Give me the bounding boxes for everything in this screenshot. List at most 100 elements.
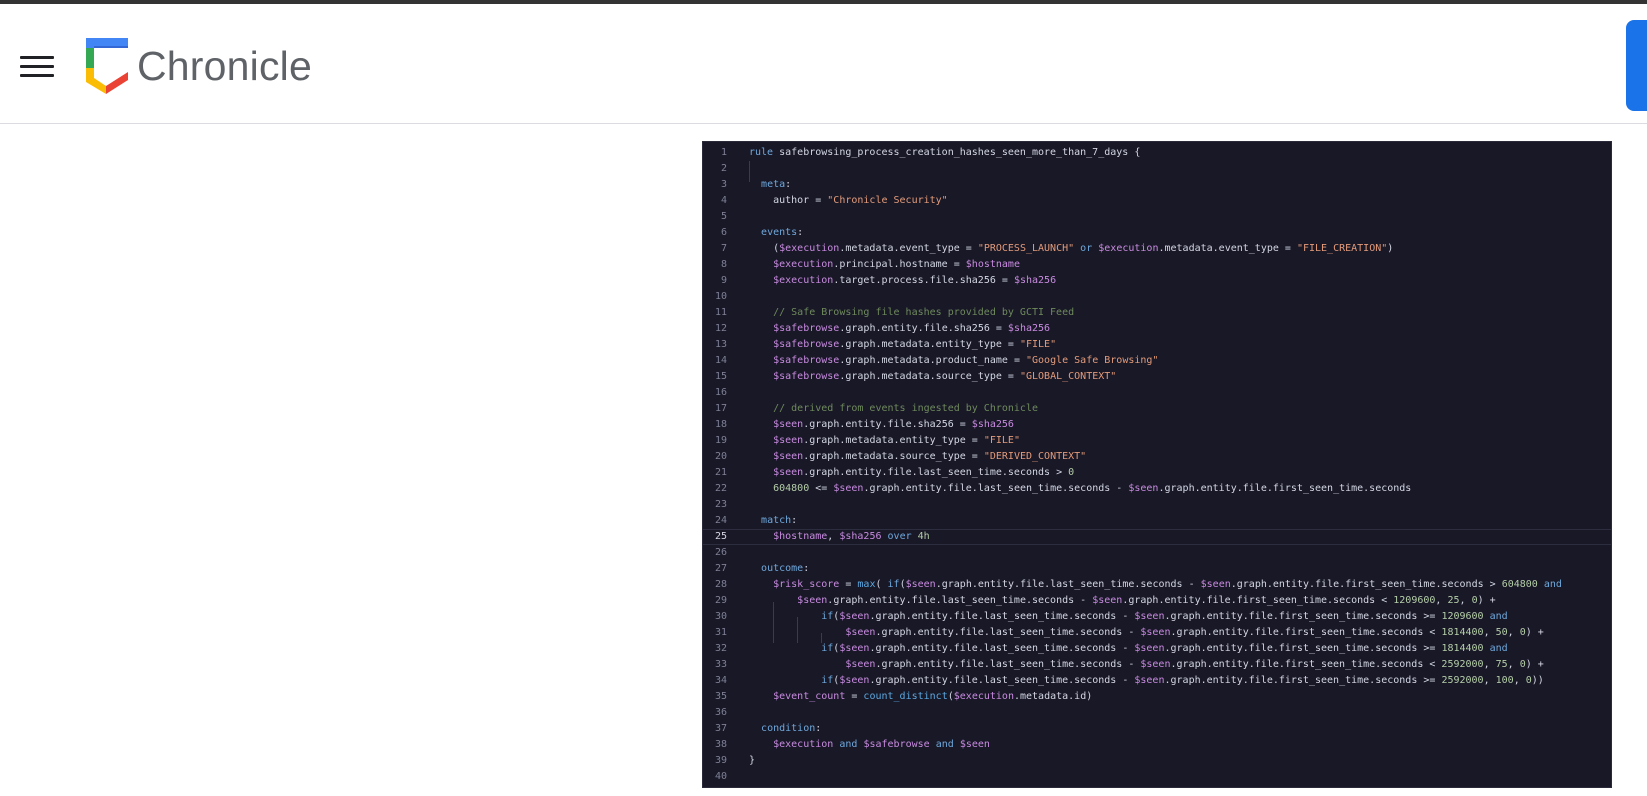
app-header: Chronicle — [0, 4, 1647, 124]
line-number: 18 — [714, 419, 727, 430]
line-code: $execution.principal.hostname = $hostnam… — [773, 259, 1020, 270]
code-line[interactable]: 37 condition: — [703, 721, 1611, 737]
code-line[interactable]: 14 $safebrowse.graph.metadata.product_na… — [703, 353, 1611, 369]
line-number: 39 — [714, 755, 727, 766]
line-number: 6 — [720, 227, 727, 238]
chronicle-logo-icon — [86, 38, 128, 94]
line-code: $seen.graph.entity.file.sha256 = $sha256 — [773, 419, 1014, 430]
code-line[interactable]: 16 — [703, 385, 1611, 401]
line-number: 3 — [720, 179, 727, 190]
code-line[interactable]: 19 $seen.graph.metadata.entity_type = "F… — [703, 433, 1611, 449]
line-code: 604800 <= $seen.graph.entity.file.last_s… — [773, 483, 1412, 494]
line-code: events: — [761, 227, 804, 238]
line-number: 1 — [720, 147, 727, 158]
code-line[interactable]: 33 $seen.graph.entity.file.last_seen_tim… — [703, 657, 1611, 673]
code-line[interactable]: 26 — [703, 545, 1611, 561]
line-code: outcome: — [761, 563, 810, 574]
line-code: if($seen.graph.entity.file.last_seen_tim… — [821, 611, 1508, 622]
code-line[interactable]: 7 ($execution.metadata.event_type = "PRO… — [703, 241, 1611, 257]
code-line[interactable]: 11 // Safe Browsing file hashes provided… — [703, 305, 1611, 321]
code-line[interactable]: 21 $seen.graph.entity.file.last_seen_tim… — [703, 465, 1611, 481]
code-line[interactable]: 22 604800 <= $seen.graph.entity.file.las… — [703, 481, 1611, 497]
line-number: 12 — [714, 323, 727, 334]
code-line[interactable]: 25 $hostname, $sha256 over 4h — [703, 529, 1611, 545]
code-line[interactable]: 13 $safebrowse.graph.metadata.entity_typ… — [703, 337, 1611, 353]
line-number: 4 — [720, 195, 727, 206]
code-line[interactable]: 31 $seen.graph.entity.file.last_seen_tim… — [703, 625, 1611, 641]
code-line[interactable]: 10 — [703, 289, 1611, 305]
line-code: $seen.graph.entity.file.last_seen_time.s… — [797, 595, 1496, 606]
line-number: 17 — [714, 403, 727, 414]
menu-button[interactable] — [14, 46, 58, 86]
line-code: $seen.graph.metadata.entity_type = "FILE… — [773, 435, 1020, 446]
line-code: if($seen.graph.entity.file.last_seen_tim… — [821, 675, 1544, 686]
code-editor-panel: 1 rule safebrowsing_process_creation_hash… — [702, 141, 1612, 788]
code-line[interactable]: 30 if($seen.graph.entity.file.last_seen_… — [703, 609, 1611, 625]
code-line[interactable]: 38 $execution and $safebrowse and $seen — [703, 737, 1611, 753]
code-line[interactable]: 20 $seen.graph.metadata.source_type = "D… — [703, 449, 1611, 465]
line-number: 37 — [714, 723, 727, 734]
line-code: } — [749, 755, 756, 766]
line-code: $event_count = count_distinct($execution… — [773, 691, 1093, 702]
code-line[interactable]: 3 meta: — [703, 177, 1611, 193]
brand-name: Chronicle — [137, 43, 312, 89]
line-number: 31 — [714, 627, 727, 638]
line-number: 19 — [714, 435, 727, 446]
line-number: 38 — [714, 739, 727, 750]
line-code: $seen.graph.entity.file.last_seen_time.s… — [845, 659, 1544, 670]
line-code: $safebrowse.graph.metadata.product_name … — [773, 355, 1159, 366]
line-code: $hostname, $sha256 over 4h — [773, 531, 930, 542]
code-line[interactable]: 15 $safebrowse.graph.metadata.source_typ… — [703, 369, 1611, 385]
code-line[interactable]: 8 $execution.principal.hostname = $hostn… — [703, 257, 1611, 273]
code-line[interactable]: 35 $event_count = count_distinct($execut… — [703, 689, 1611, 705]
line-number: 16 — [714, 387, 727, 398]
line-number: 29 — [714, 595, 727, 606]
line-code: rule safebrowsing_process_creation_hashe… — [749, 147, 1141, 158]
code-line[interactable]: 4 author = "Chronicle Security" — [703, 193, 1611, 209]
code-line[interactable]: 17 // derived from events ingested by Ch… — [703, 401, 1611, 417]
header-action-button[interactable] — [1626, 20, 1647, 111]
code-line[interactable]: 29 $seen.graph.entity.file.last_seen_tim… — [703, 593, 1611, 609]
line-number: 13 — [714, 339, 727, 350]
code-line[interactable]: 39} — [703, 753, 1611, 769]
line-code: meta: — [761, 179, 792, 190]
line-number: 10 — [714, 291, 727, 302]
code-lines: 1 rule safebrowsing_process_creation_hash… — [703, 145, 1611, 785]
code-line[interactable]: 32 if($seen.graph.entity.file.last_seen_… — [703, 641, 1611, 657]
line-number: 23 — [714, 499, 727, 510]
code-line[interactable]: 34 if($seen.graph.entity.file.last_seen_… — [703, 673, 1611, 689]
line-number: 2 — [720, 163, 727, 174]
line-code: $risk_score = max( if($seen.graph.entity… — [773, 579, 1562, 590]
line-number: 32 — [714, 643, 727, 654]
code-line[interactable]: 27 outcome: — [703, 561, 1611, 577]
code-line[interactable]: 28 $risk_score = max( if($seen.graph.ent… — [703, 577, 1611, 593]
line-number: 40 — [714, 771, 727, 782]
indent-guide — [821, 633, 822, 643]
indent-guide — [749, 161, 750, 182]
code-line[interactable]: 24 match: — [703, 513, 1611, 529]
code-line[interactable]: 5 — [703, 209, 1611, 225]
line-number: 25 — [714, 531, 727, 542]
code-line[interactable]: 9 $execution.target.process.file.sha256 … — [703, 273, 1611, 289]
line-code: $safebrowse.graph.metadata.entity_type =… — [773, 339, 1057, 350]
line-number: 15 — [714, 371, 727, 382]
code-line[interactable]: 12 $safebrowse.graph.entity.file.sha256 … — [703, 321, 1611, 337]
code-line[interactable]: 23 — [703, 497, 1611, 513]
line-number: 14 — [714, 355, 727, 366]
line-code: $safebrowse.graph.entity.file.sha256 = $… — [773, 323, 1051, 334]
code-line[interactable]: 18 $seen.graph.entity.file.sha256 = $sha… — [703, 417, 1611, 433]
line-number: 5 — [720, 211, 727, 222]
code-line[interactable]: 6 events: — [703, 225, 1611, 241]
line-code: $seen.graph.metadata.source_type = "DERI… — [773, 451, 1087, 462]
code-line[interactable]: 36 — [703, 705, 1611, 721]
code-line[interactable]: 1 rule safebrowsing_process_creation_hash… — [703, 145, 1611, 161]
line-code: $seen.graph.entity.file.last_seen_time.s… — [773, 467, 1075, 478]
line-number: 33 — [714, 659, 727, 670]
code-line[interactable]: 40 — [703, 769, 1611, 785]
line-code: ($execution.metadata.event_type = "PROCE… — [749, 243, 1394, 254]
indent-guide — [797, 617, 798, 643]
line-number: 24 — [714, 515, 727, 526]
line-code: condition: — [761, 723, 822, 734]
code-line[interactable]: 2 — [703, 161, 1611, 177]
line-number: 30 — [714, 611, 727, 622]
